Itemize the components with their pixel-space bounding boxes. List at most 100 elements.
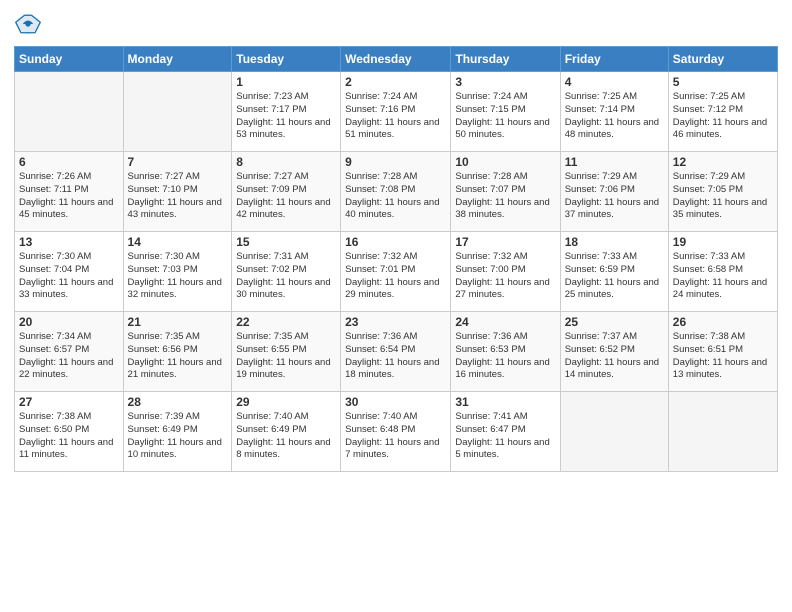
day-info: Sunrise: 7:25 AMSunset: 7:14 PMDaylight:… xyxy=(565,91,664,142)
day-number: 5 xyxy=(673,75,773,89)
day-info: Sunrise: 7:29 AMSunset: 7:06 PMDaylight:… xyxy=(565,171,664,222)
day-number: 12 xyxy=(673,155,773,169)
day-info: Sunrise: 7:34 AMSunset: 6:57 PMDaylight:… xyxy=(19,331,119,382)
calendar-cell xyxy=(123,72,232,152)
day-info: Sunrise: 7:33 AMSunset: 6:59 PMDaylight:… xyxy=(565,251,664,302)
week-row-4: 20 Sunrise: 7:34 AMSunset: 6:57 PMDayligh… xyxy=(15,312,778,392)
weekday-header-row: SundayMondayTuesdayWednesdayThursdayFrid… xyxy=(15,47,778,72)
calendar-cell: 20 Sunrise: 7:34 AMSunset: 6:57 PMDayligh… xyxy=(15,312,124,392)
calendar-cell: 3Sunrise: 7:24 AMSunset: 7:15 PMDaylight… xyxy=(451,72,560,152)
day-info: Sunrise: 7:35 AMSunset: 6:55 PMDaylight:… xyxy=(236,331,336,382)
day-number: 27 xyxy=(19,395,119,409)
calendar-cell: 23Sunrise: 7:36 AMSunset: 6:54 PMDayligh… xyxy=(341,312,451,392)
day-info: Sunrise: 7:40 AMSunset: 6:49 PMDaylight:… xyxy=(236,411,336,462)
day-number: 3 xyxy=(455,75,555,89)
calendar-cell: 10 Sunrise: 7:28 AMSunset: 7:07 PMDayligh… xyxy=(451,152,560,232)
calendar-cell: 14 Sunrise: 7:30 AMSunset: 7:03 PMDayligh… xyxy=(123,232,232,312)
day-info: Sunrise: 7:38 AMSunset: 6:50 PMDaylight:… xyxy=(19,411,119,462)
day-info: Sunrise: 7:27 AMSunset: 7:10 PMDaylight:… xyxy=(128,171,228,222)
calendar-cell: 7 Sunrise: 7:27 AMSunset: 7:10 PMDaylight… xyxy=(123,152,232,232)
page-header xyxy=(14,10,778,38)
day-info: Sunrise: 7:30 AMSunset: 7:03 PMDaylight:… xyxy=(128,251,228,302)
logo-icon xyxy=(14,10,42,38)
day-number: 2 xyxy=(345,75,446,89)
day-number: 1 xyxy=(236,75,336,89)
day-number: 7 xyxy=(128,155,228,169)
day-info: Sunrise: 7:27 AMSunset: 7:09 PMDaylight:… xyxy=(236,171,336,222)
calendar-page: SundayMondayTuesdayWednesdayThursdayFrid… xyxy=(0,0,792,612)
day-info: Sunrise: 7:28 AMSunset: 7:07 PMDaylight:… xyxy=(455,171,555,222)
day-number: 14 xyxy=(128,235,228,249)
day-info: Sunrise: 7:26 AMSunset: 7:11 PMDaylight:… xyxy=(19,171,119,222)
day-number: 4 xyxy=(565,75,664,89)
calendar-cell: 21Sunrise: 7:35 AMSunset: 6:56 PMDayligh… xyxy=(123,312,232,392)
day-info: Sunrise: 7:35 AMSunset: 6:56 PMDaylight:… xyxy=(128,331,228,382)
calendar-cell xyxy=(15,72,124,152)
day-info: Sunrise: 7:39 AMSunset: 6:49 PMDaylight:… xyxy=(128,411,228,462)
weekday-header-monday: Monday xyxy=(123,47,232,72)
day-info: Sunrise: 7:37 AMSunset: 6:52 PMDaylight:… xyxy=(565,331,664,382)
day-number: 9 xyxy=(345,155,446,169)
calendar-cell: 22 Sunrise: 7:35 AMSunset: 6:55 PMDayligh… xyxy=(232,312,341,392)
calendar-cell: 17 Sunrise: 7:32 AMSunset: 7:00 PMDayligh… xyxy=(451,232,560,312)
calendar-cell: 15 Sunrise: 7:31 AMSunset: 7:02 PMDayligh… xyxy=(232,232,341,312)
calendar-cell: 5Sunrise: 7:25 AMSunset: 7:12 PMDaylight… xyxy=(668,72,777,152)
day-number: 17 xyxy=(455,235,555,249)
weekday-header-tuesday: Tuesday xyxy=(232,47,341,72)
day-number: 16 xyxy=(345,235,446,249)
weekday-header-thursday: Thursday xyxy=(451,47,560,72)
day-number: 22 xyxy=(236,315,336,329)
day-number: 6 xyxy=(19,155,119,169)
calendar-cell: 30 Sunrise: 7:40 AMSunset: 6:48 PMDayligh… xyxy=(341,392,451,472)
calendar-cell: 26 Sunrise: 7:38 AMSunset: 6:51 PMDayligh… xyxy=(668,312,777,392)
day-number: 19 xyxy=(673,235,773,249)
day-number: 10 xyxy=(455,155,555,169)
calendar-cell: 2 Sunrise: 7:24 AMSunset: 7:16 PMDaylight… xyxy=(341,72,451,152)
day-number: 31 xyxy=(455,395,555,409)
day-info: Sunrise: 7:31 AMSunset: 7:02 PMDaylight:… xyxy=(236,251,336,302)
day-number: 8 xyxy=(236,155,336,169)
day-info: Sunrise: 7:33 AMSunset: 6:58 PMDaylight:… xyxy=(673,251,773,302)
week-row-2: 6 Sunrise: 7:26 AMSunset: 7:11 PMDaylight… xyxy=(15,152,778,232)
day-info: Sunrise: 7:38 AMSunset: 6:51 PMDaylight:… xyxy=(673,331,773,382)
day-number: 25 xyxy=(565,315,664,329)
day-number: 29 xyxy=(236,395,336,409)
calendar-cell: 11 Sunrise: 7:29 AMSunset: 7:06 PMDayligh… xyxy=(560,152,668,232)
day-number: 13 xyxy=(19,235,119,249)
day-info: Sunrise: 7:41 AMSunset: 6:47 PMDaylight:… xyxy=(455,411,555,462)
day-info: Sunrise: 7:23 AMSunset: 7:17 PMDaylight:… xyxy=(236,91,336,142)
calendar-cell: 18Sunrise: 7:33 AMSunset: 6:59 PMDayligh… xyxy=(560,232,668,312)
calendar-cell: 31 Sunrise: 7:41 AMSunset: 6:47 PMDayligh… xyxy=(451,392,560,472)
calendar-cell xyxy=(668,392,777,472)
day-number: 15 xyxy=(236,235,336,249)
calendar-table: SundayMondayTuesdayWednesdayThursdayFrid… xyxy=(14,46,778,472)
calendar-cell: 27 Sunrise: 7:38 AMSunset: 6:50 PMDayligh… xyxy=(15,392,124,472)
day-number: 28 xyxy=(128,395,228,409)
week-row-5: 27 Sunrise: 7:38 AMSunset: 6:50 PMDayligh… xyxy=(15,392,778,472)
calendar-cell: 4 Sunrise: 7:25 AMSunset: 7:14 PMDaylight… xyxy=(560,72,668,152)
day-info: Sunrise: 7:30 AMSunset: 7:04 PMDaylight:… xyxy=(19,251,119,302)
calendar-cell: 6 Sunrise: 7:26 AMSunset: 7:11 PMDaylight… xyxy=(15,152,124,232)
day-number: 30 xyxy=(345,395,446,409)
day-info: Sunrise: 7:24 AMSunset: 7:16 PMDaylight:… xyxy=(345,91,446,142)
day-number: 26 xyxy=(673,315,773,329)
calendar-cell: 9Sunrise: 7:28 AMSunset: 7:08 PMDaylight… xyxy=(341,152,451,232)
calendar-cell: 1 Sunrise: 7:23 AMSunset: 7:17 PMDaylight… xyxy=(232,72,341,152)
week-row-1: 1 Sunrise: 7:23 AMSunset: 7:17 PMDaylight… xyxy=(15,72,778,152)
day-number: 11 xyxy=(565,155,664,169)
calendar-cell xyxy=(560,392,668,472)
calendar-cell: 25 Sunrise: 7:37 AMSunset: 6:52 PMDayligh… xyxy=(560,312,668,392)
weekday-header-wednesday: Wednesday xyxy=(341,47,451,72)
day-info: Sunrise: 7:32 AMSunset: 7:00 PMDaylight:… xyxy=(455,251,555,302)
weekday-header-saturday: Saturday xyxy=(668,47,777,72)
calendar-cell: 13 Sunrise: 7:30 AMSunset: 7:04 PMDayligh… xyxy=(15,232,124,312)
calendar-cell: 19 Sunrise: 7:33 AMSunset: 6:58 PMDayligh… xyxy=(668,232,777,312)
day-info: Sunrise: 7:40 AMSunset: 6:48 PMDaylight:… xyxy=(345,411,446,462)
day-number: 23 xyxy=(345,315,446,329)
calendar-cell: 24Sunrise: 7:36 AMSunset: 6:53 PMDayligh… xyxy=(451,312,560,392)
day-number: 20 xyxy=(19,315,119,329)
day-info: Sunrise: 7:36 AMSunset: 6:53 PMDaylight:… xyxy=(455,331,555,382)
week-row-3: 13 Sunrise: 7:30 AMSunset: 7:04 PMDayligh… xyxy=(15,232,778,312)
calendar-cell: 28 Sunrise: 7:39 AMSunset: 6:49 PMDayligh… xyxy=(123,392,232,472)
calendar-cell: 12Sunrise: 7:29 AMSunset: 7:05 PMDayligh… xyxy=(668,152,777,232)
